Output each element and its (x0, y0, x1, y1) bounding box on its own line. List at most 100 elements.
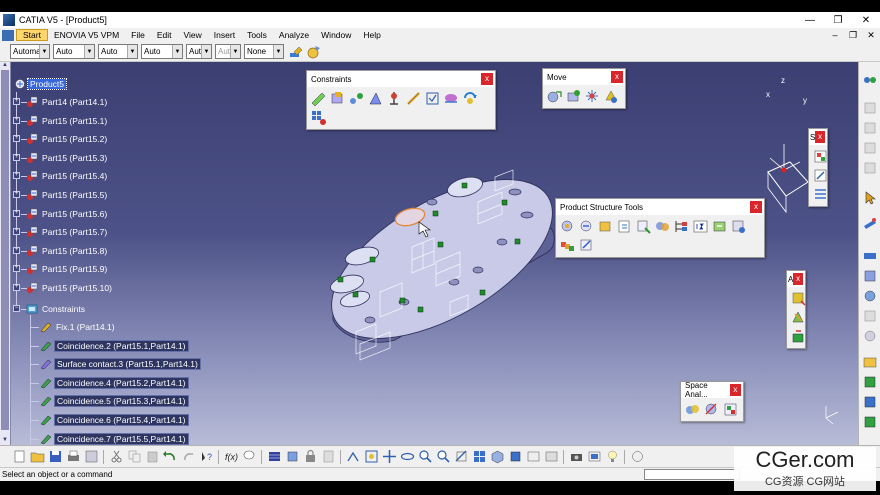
fit-all-icon[interactable] (364, 449, 379, 464)
applications-icon[interactable] (862, 354, 878, 370)
measure-icon[interactable] (862, 216, 878, 232)
menu-window[interactable]: Window (315, 30, 357, 40)
expand-toggle[interactable]: + (13, 246, 20, 254)
catalog-browser-icon[interactable] (862, 100, 878, 116)
comment-icon[interactable] (242, 449, 257, 464)
scene-browser-icon[interactable] (321, 449, 336, 464)
enhanced-scene-icon[interactable] (812, 167, 829, 184)
menu-enovia[interactable]: ENOVIA V5 VPM (48, 30, 125, 40)
flexible-rigid-icon[interactable] (443, 90, 460, 107)
layer-combo[interactable]: None ▼ (244, 44, 284, 59)
menu-help[interactable]: Help (357, 30, 386, 40)
text-with-leader-icon[interactable] (790, 328, 807, 345)
formula-fx-icon[interactable]: f(x) (224, 449, 239, 464)
multi-view-icon[interactable] (472, 449, 487, 464)
fix-together-icon[interactable] (405, 90, 422, 107)
maximize-button[interactable]: ❐ (824, 15, 852, 26)
tree-constraint-node[interactable]: Coincidence.2 (Part15.1,Part14.1) (40, 339, 189, 353)
existing-with-positioning-icon[interactable] (635, 218, 652, 235)
expand-toggle[interactable]: + (13, 284, 20, 291)
tree-part-node[interactable]: Part15 (Part15.3) (26, 151, 109, 165)
graph-tree-reordering-icon[interactable] (673, 218, 690, 235)
reuse-pattern-icon[interactable] (310, 109, 327, 126)
select-cursor-icon[interactable] (862, 190, 878, 206)
multi-instantiation-icon[interactable] (559, 237, 576, 254)
space-analysis-toolbar[interactable]: Space Anal... x (680, 381, 744, 422)
image-capture-icon[interactable] (587, 449, 602, 464)
publication-icon[interactable] (862, 328, 878, 344)
transparency-combo[interactable]: Auto ▼ (53, 44, 95, 59)
expand-toggle[interactable]: + (13, 98, 20, 105)
mdi-close-button[interactable]: ✕ (862, 30, 880, 41)
compass[interactable] (767, 144, 809, 214)
small-toolbar-a[interactable]: Ax (786, 270, 806, 349)
design-table-icon[interactable] (862, 414, 878, 430)
scene-list-icon[interactable] (812, 186, 829, 203)
light-icon[interactable] (605, 449, 620, 464)
fast-multi-instantiation-icon[interactable] (578, 237, 595, 254)
tree-part-node[interactable]: Part15 (Part15.6) (26, 207, 109, 221)
snap-icon[interactable] (565, 88, 582, 105)
replace-component-icon[interactable] (654, 218, 671, 235)
shading-icon[interactable] (508, 449, 523, 464)
undo-icon[interactable] (162, 449, 178, 464)
manage-representations-icon[interactable] (730, 218, 747, 235)
insert-new-part-icon[interactable] (597, 218, 614, 235)
tree-part-node[interactable]: Part15 (Part15.9) (26, 262, 109, 276)
tree-part-node[interactable]: Part15 (Part15.1) (26, 114, 109, 128)
expand-toggle[interactable]: + (13, 135, 20, 143)
new-document-icon[interactable] (12, 449, 27, 464)
open-folder-icon[interactable] (30, 449, 45, 464)
fly-mode-icon[interactable] (346, 449, 361, 464)
tree-constraint-node[interactable]: Coincidence.4 (Part15.2,Part14.1) (40, 376, 189, 390)
zoom-out-icon[interactable] (436, 449, 451, 464)
expand-toggle[interactable]: + (13, 265, 20, 273)
existing-component-icon[interactable] (616, 218, 633, 235)
close-icon[interactable]: x (611, 71, 623, 83)
expand-toggle[interactable]: + (13, 228, 20, 236)
menu-tools[interactable]: Tools (241, 30, 273, 40)
tree-part-node[interactable]: Part15 (Part15.7) (26, 225, 109, 239)
tree-part-node[interactable]: Part15 (Part15.4) (26, 169, 109, 183)
tree-root[interactable]: Product5 (14, 77, 68, 91)
whats-this-icon[interactable]: ? (199, 449, 214, 464)
annotation-icon[interactable] (790, 290, 807, 307)
tree-constraint-node[interactable]: Coincidence.5 (Part15.3,Part14.1) (40, 394, 189, 408)
contact-constraint-icon[interactable] (329, 90, 346, 107)
menu-view[interactable]: View (178, 30, 208, 40)
swap-visible-space-icon[interactable] (544, 449, 559, 464)
mdi-restore-button[interactable]: ❐ (844, 30, 862, 41)
expand-toggle[interactable]: + (13, 172, 20, 180)
close-icon[interactable]: x (729, 384, 741, 396)
weld-feature-icon[interactable] (790, 309, 807, 326)
tree-constraints-node[interactable]: Constraints (26, 302, 87, 316)
catalog-icon[interactable] (862, 308, 878, 324)
normal-view-icon[interactable] (454, 449, 469, 464)
update-icon[interactable] (862, 248, 878, 264)
manipulation-icon[interactable] (546, 88, 563, 105)
angle-constraint-icon[interactable] (367, 90, 384, 107)
quick-view-icon[interactable] (84, 449, 99, 464)
tree-constraint-node[interactable]: Coincidence.7 (Part15.5,Part14.1) (40, 432, 189, 445)
tree-part-node[interactable]: Part15 (Part15.10) (26, 281, 114, 295)
menu-insert[interactable]: Insert (208, 30, 241, 40)
constraint-display-icon[interactable] (862, 268, 878, 284)
print-icon[interactable] (66, 449, 81, 464)
collapse-toggle[interactable]: − (13, 305, 20, 312)
menu-edit[interactable]: Edit (151, 30, 178, 40)
generate-numbering-icon[interactable] (692, 218, 709, 235)
format-painter-icon[interactable] (288, 44, 304, 60)
offset-constraint-icon[interactable] (348, 90, 365, 107)
lock-icon[interactable] (303, 449, 318, 464)
menu-file[interactable]: File (125, 30, 151, 40)
close-icon[interactable]: x (793, 273, 803, 285)
distance-band-analysis-icon[interactable] (722, 401, 739, 418)
point-type-combo[interactable]: Aut ▼ (186, 44, 212, 59)
bill-of-material-icon[interactable] (862, 288, 878, 304)
tree-part-node[interactable]: Part15 (Part15.5) (26, 188, 109, 202)
hide-show-icon[interactable] (526, 449, 541, 464)
pan-icon[interactable] (382, 449, 397, 464)
tree-constraint-node[interactable]: Fix.1 (Part14.1) (40, 320, 117, 334)
close-button[interactable]: ✕ (852, 15, 880, 26)
explode-icon[interactable] (584, 88, 601, 105)
